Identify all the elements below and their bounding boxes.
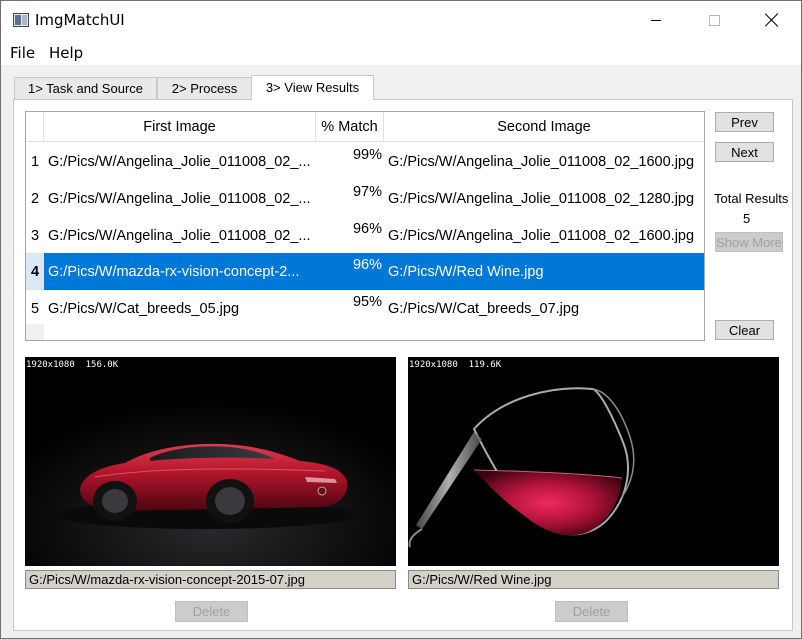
delete-right-button[interactable]: Delete (555, 601, 628, 622)
preview-image-left: 1920x1080 156.0K (25, 357, 396, 566)
table-row[interactable]: 1 G:/Pics/W/Angelina_Jolie_011008_02_...… (26, 143, 704, 180)
match-cell: 96% (352, 221, 382, 237)
close-button[interactable] (749, 1, 795, 39)
close-icon (765, 13, 779, 27)
row-header-strip (26, 324, 44, 340)
second-image-cell: G:/Pics/W/Angelina_Jolie_011008_02_1600.… (388, 227, 695, 244)
match-cell: 96% (352, 257, 382, 273)
header-first-image[interactable]: First Image (44, 112, 316, 142)
menu-file[interactable]: File (10, 44, 35, 62)
image-info-right: 1920x1080 119.6K (409, 360, 502, 370)
table-corner[interactable] (26, 112, 44, 142)
tab-process[interactable]: 2> Process (157, 77, 252, 99)
table-row[interactable]: 3 G:/Pics/W/Angelina_Jolie_011008_02_...… (26, 217, 704, 254)
first-image-cell: G:/Pics/W/Angelina_Jolie_011008_02_... (48, 153, 311, 170)
results-table[interactable]: First Image % Match Second Image 1 G:/Pi… (25, 111, 705, 341)
row-index: 4 (26, 253, 44, 290)
first-image-cell: G:/Pics/W/mazda-rx-vision-concept-2... (44, 253, 316, 290)
total-results-value: 5 (743, 211, 751, 226)
window-title: ImgMatchUI (35, 11, 125, 29)
first-image-cell: G:/Pics/W/Angelina_Jolie_011008_02_... (48, 227, 311, 244)
match-cell: 97% (352, 184, 382, 200)
menu-help[interactable]: Help (49, 44, 83, 62)
image-path-left[interactable]: G:/Pics/W/mazda-rx-vision-concept-2015-0… (25, 570, 396, 589)
tab-task-and-source[interactable]: 1> Task and Source (14, 77, 157, 99)
minimize-button[interactable] (633, 1, 679, 39)
delete-left-button[interactable]: Delete (175, 601, 248, 622)
table-row-selected[interactable]: 4 G:/Pics/W/mazda-rx-vision-concept-2...… (26, 253, 704, 290)
next-button[interactable]: Next (715, 142, 774, 162)
image-info-left: 1920x1080 156.0K (26, 360, 119, 370)
table-row[interactable]: 5 G:/Pics/W/Cat_breeds_05.jpg 95% G:/Pic… (26, 290, 704, 327)
app-icon (13, 13, 29, 27)
second-image-cell: G:/Pics/W/Angelina_Jolie_011008_02_1600.… (388, 153, 695, 170)
header-second-image[interactable]: Second Image (384, 112, 704, 142)
clear-button[interactable]: Clear (715, 320, 774, 340)
second-image-cell: G:/Pics/W/Red Wine.jpg (384, 253, 704, 290)
app-window: ImgMatchUI File Help 1> Task and Source … (0, 0, 802, 639)
image-path-right[interactable]: G:/Pics/W/Red Wine.jpg (408, 570, 779, 589)
minimize-icon (651, 19, 661, 21)
menu-bar: File Help (1, 39, 801, 65)
second-image-cell: G:/Pics/W/Cat_breeds_07.jpg (388, 300, 580, 317)
wine-glass-image (408, 357, 779, 566)
header-match[interactable]: % Match (316, 112, 384, 142)
table-row[interactable]: 2 G:/Pics/W/Angelina_Jolie_011008_02_...… (26, 180, 704, 217)
row-index: 2 (26, 180, 44, 217)
preview-image-right: 1920x1080 119.6K (408, 357, 779, 566)
first-image-cell: G:/Pics/W/Angelina_Jolie_011008_02_... (48, 190, 311, 207)
second-image-cell: G:/Pics/W/Angelina_Jolie_011008_02_1280.… (388, 190, 695, 207)
tab-view-results[interactable]: 3> View Results (251, 75, 374, 100)
car-image (25, 357, 396, 566)
prev-button[interactable]: Prev (715, 112, 774, 132)
title-bar[interactable]: ImgMatchUI (1, 1, 801, 39)
match-cell: 99% (352, 147, 382, 163)
maximize-icon (708, 14, 720, 26)
show-more-button[interactable]: Show More (715, 232, 783, 252)
first-image-cell: G:/Pics/W/Cat_breeds_05.jpg (48, 300, 240, 317)
total-results-label: Total Results (714, 191, 789, 206)
maximize-button[interactable] (691, 1, 737, 39)
row-index: 3 (26, 217, 44, 254)
match-cell: 95% (352, 294, 382, 310)
row-index: 1 (26, 143, 44, 180)
row-index: 5 (26, 290, 44, 327)
